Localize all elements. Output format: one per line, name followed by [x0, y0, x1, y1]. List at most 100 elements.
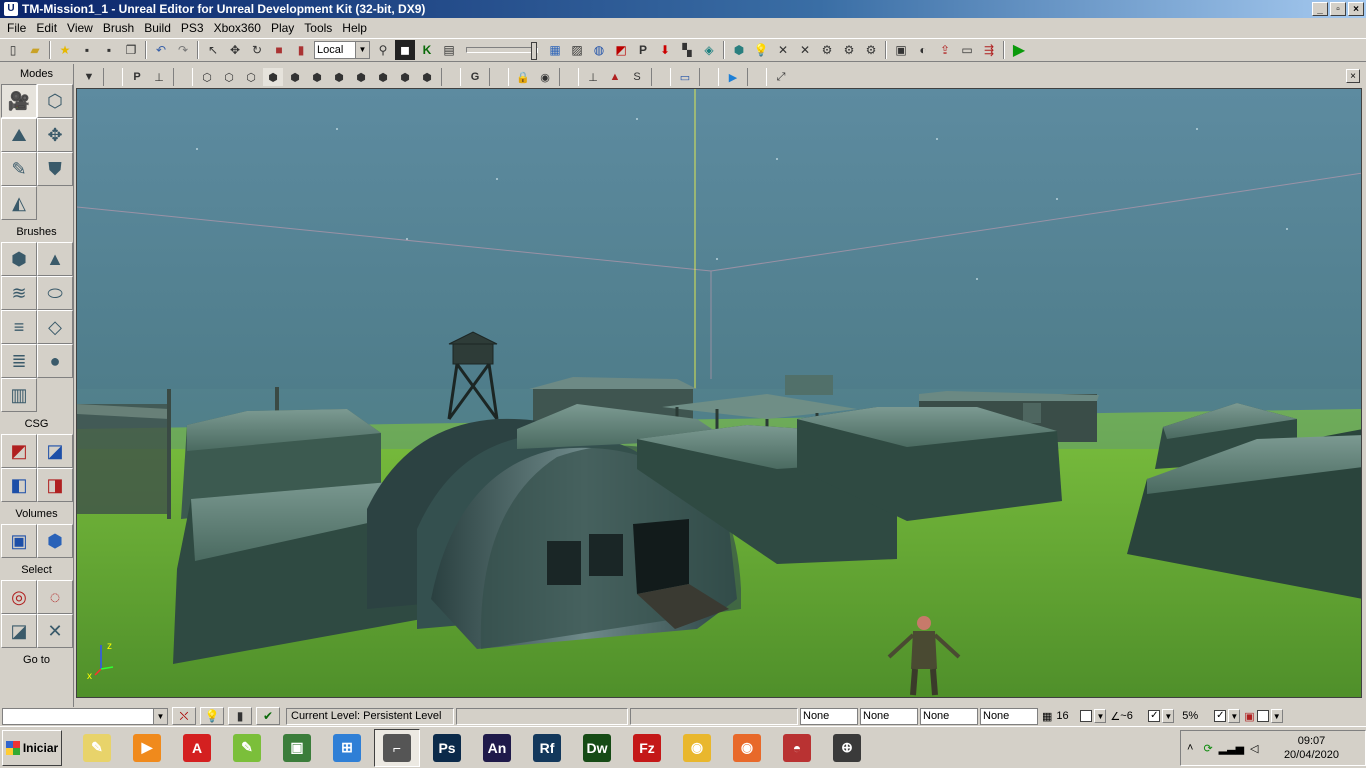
save-all-icon[interactable]: ▪ — [99, 40, 119, 60]
perspective-icon[interactable]: P — [127, 68, 147, 86]
camera-lock-icon[interactable]: ⊥ — [149, 68, 169, 86]
menu-ps3[interactable]: PS3 — [176, 21, 209, 35]
menu-tools[interactable]: Tools — [299, 21, 337, 35]
favorite-icon[interactable]: ★ — [55, 40, 75, 60]
autosave-icon[interactable]: ▣ — [1244, 710, 1254, 723]
menu-help[interactable]: Help — [337, 21, 372, 35]
shader-complexity-icon[interactable]: ⬢ — [373, 68, 393, 86]
view-frame-icon[interactable]: ▭ — [675, 68, 695, 86]
reset-icon[interactable]: ⛌ — [172, 707, 196, 725]
volume-icon[interactable]: ◁ — [1250, 742, 1258, 755]
detail-lighting-icon[interactable]: ⬢ — [285, 68, 305, 86]
eye-icon[interactable]: ◉ — [535, 68, 555, 86]
drag-grid-none-1[interactable]: None — [800, 707, 858, 725]
menu-edit[interactable]: Edit — [31, 21, 62, 35]
translate-icon[interactable]: ✥ — [225, 40, 245, 60]
sheet-brush-icon[interactable]: ◇ — [37, 310, 73, 344]
drag-grid-none-2[interactable]: None — [860, 707, 918, 725]
play-icon[interactable]: ▶ — [1009, 40, 1029, 60]
game-view-icon[interactable]: G — [465, 68, 485, 86]
tray-expand-icon[interactable]: ˄ — [1187, 742, 1193, 754]
clock[interactable]: 09:07 20/04/2020 — [1284, 734, 1339, 762]
drag-grid-none-3[interactable]: None — [920, 707, 978, 725]
kismet-icon[interactable]: K — [417, 40, 437, 60]
transform-space-select[interactable]: Local ▼ — [314, 41, 370, 59]
chevron-down-icon[interactable]: ▼ — [1228, 709, 1241, 723]
menu-xbox360[interactable]: Xbox360 — [209, 21, 266, 35]
cube-brush-icon[interactable]: ⬢ — [1, 242, 37, 276]
streaming-icon[interactable]: S — [627, 68, 647, 86]
menu-file[interactable]: File — [2, 21, 31, 35]
build-geometry-icon[interactable]: ⬢ — [729, 40, 749, 60]
linear-stair-icon[interactable]: ≡ — [1, 310, 37, 344]
monitor-icon[interactable]: ▭ — [957, 40, 977, 60]
close-viewport-icon[interactable]: × — [1346, 69, 1360, 83]
signal-icon[interactable]: ▂▃▅ — [1219, 742, 1244, 755]
taskbar-app-network[interactable]: ▣ — [274, 729, 320, 767]
taskbar-app-windows[interactable]: ⊞ — [324, 729, 370, 767]
taskbar-app-chrome[interactable]: ◉ — [674, 729, 720, 767]
texture-density-icon[interactable]: ⬢ — [351, 68, 371, 86]
unlit-view-icon[interactable]: ⬡ — [241, 68, 261, 86]
geometry-mode-icon[interactable]: ⬡ — [37, 84, 73, 118]
menu-build[interactable]: Build — [139, 21, 176, 35]
lighting-status-icon[interactable]: 💡 — [200, 707, 224, 725]
taskbar-app-unreal-editor[interactable]: ⌐ — [374, 728, 420, 767]
lightmap-density-icon[interactable]: ⬢ — [395, 68, 415, 86]
network-sync-icon[interactable]: ⟳ — [1203, 742, 1212, 755]
cone-brush-icon[interactable]: ▲ — [37, 242, 73, 276]
taskbar-app-animate[interactable]: An — [474, 729, 520, 767]
chevron-down-icon[interactable]: ▼ — [1270, 709, 1283, 723]
chevron-down-icon[interactable]: ▼ — [1162, 709, 1175, 723]
level-browser-icon[interactable]: ▮ — [228, 707, 252, 725]
matinee-icon[interactable]: ◼ — [395, 40, 415, 60]
scale-icon[interactable]: ■ — [269, 40, 289, 60]
3d-viewport[interactable]: z x — [76, 88, 1362, 698]
lock-icon[interactable]: 🔒 — [513, 68, 533, 86]
build-paths-icon[interactable]: ✕ — [773, 40, 793, 60]
hide-selected-icon[interactable]: ◌ — [37, 580, 73, 614]
brush-wireframe-view-icon[interactable]: ⬡ — [197, 68, 217, 86]
drop-icon[interactable]: ⬇ — [655, 40, 675, 60]
show-selected-icon[interactable]: ◎ — [1, 580, 37, 614]
redo-icon[interactable]: ↷ — [173, 40, 193, 60]
new-file-icon[interactable]: ▯ — [3, 40, 23, 60]
frame-icon[interactable]: ▣ — [891, 40, 911, 60]
taskbar-app-media-player[interactable]: ▶ — [124, 729, 170, 767]
menu-brush[interactable]: Brush — [98, 21, 139, 35]
path-icon[interactable]: P — [633, 40, 653, 60]
taskbar-app-dreamweaver[interactable]: Dw — [574, 729, 620, 767]
autosave-checkbox[interactable] — [1256, 710, 1269, 722]
brush-wireframe-icon[interactable]: ▨ — [567, 40, 587, 60]
cylinder-brush-icon[interactable]: ⬭ — [37, 276, 73, 310]
csg-deintersect-icon[interactable]: ◨ — [37, 468, 73, 502]
open-folder-icon[interactable]: ▰ — [25, 40, 45, 60]
mesh-paint-icon[interactable]: ✎ — [1, 152, 37, 186]
taskbar-app-firefox[interactable]: ◉ — [724, 729, 770, 767]
camera-mode-icon[interactable]: 🎥 — [1, 84, 37, 118]
grid-snap-checkbox[interactable] — [1080, 710, 1093, 722]
maximize-viewport-icon[interactable]: ⤢ — [771, 68, 791, 86]
play-in-editor-icon[interactable]: ⇶ — [979, 40, 999, 60]
save-icon[interactable]: ▪ — [77, 40, 97, 60]
rotation-snap-checkbox[interactable]: ✓ — [1148, 710, 1161, 722]
volume-cube-icon[interactable]: ⬢ — [37, 524, 73, 558]
show-bsp-icon[interactable]: ◩ — [611, 40, 631, 60]
build-cover-icon[interactable]: ✕ — [795, 40, 815, 60]
texture-align-icon[interactable]: ✥ — [37, 118, 73, 152]
taskbar-app-cake-app[interactable]: ◓ — [774, 729, 820, 767]
menu-view[interactable]: View — [62, 21, 98, 35]
nonuniform-scale-icon[interactable]: ▮ — [291, 40, 311, 60]
viewport-options-icon[interactable]: ▼ — [79, 68, 99, 86]
lighting-only-view-icon[interactable]: ⬢ — [307, 68, 327, 86]
foliage-icon[interactable]: ⛊ — [37, 152, 73, 186]
taskbar-app-photoshop[interactable]: Ps — [424, 729, 470, 767]
camera-speed-slider[interactable] — [466, 42, 538, 60]
lit-view-icon[interactable]: ⬢ — [263, 68, 283, 86]
clapper-icon[interactable]: ▤ — [439, 40, 459, 60]
scale-snap-checkbox[interactable]: ✓ — [1214, 710, 1227, 722]
lighting-ui-icon[interactable]: ⬢ — [417, 68, 437, 86]
play-viewport-icon[interactable]: ▶ — [723, 68, 743, 86]
show-all-icon[interactable]: ◪ — [1, 614, 37, 648]
stats-icon[interactable]: ◈ — [699, 40, 719, 60]
